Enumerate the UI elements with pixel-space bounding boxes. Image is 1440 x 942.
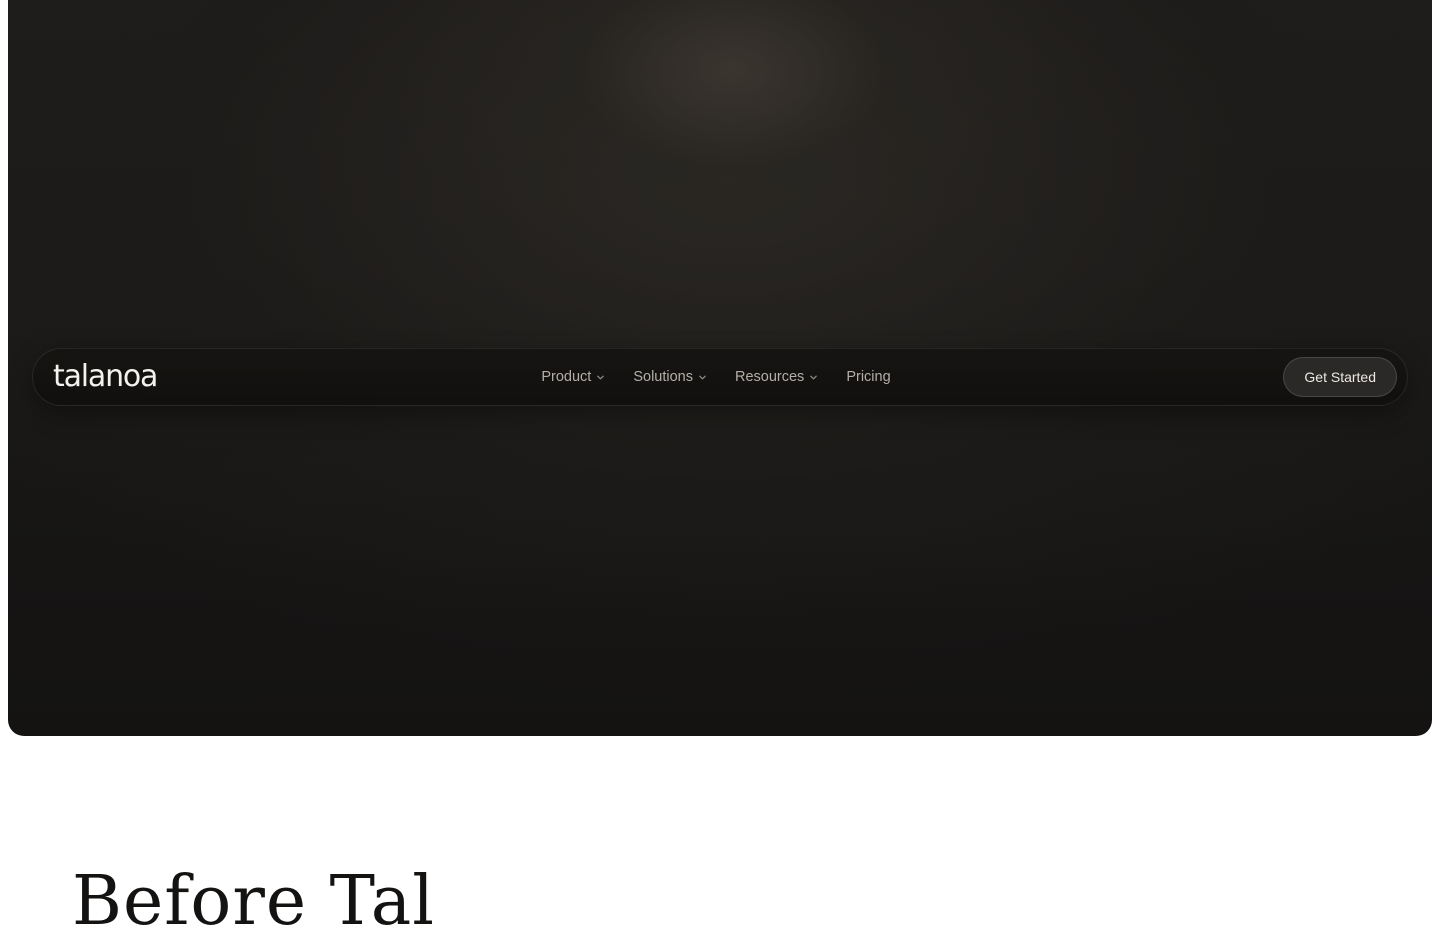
nav-item-pricing[interactable]: Pricing xyxy=(846,363,890,391)
main-navbar: talanoa Product Solutions Resources Pric… xyxy=(32,348,1408,406)
section-heading: Before Tal xyxy=(72,862,436,941)
chevron-down-icon xyxy=(810,375,818,380)
chevron-down-icon xyxy=(597,375,605,380)
nav-item-label: Pricing xyxy=(846,369,891,385)
nav-item-resources[interactable]: Resources xyxy=(735,363,818,391)
chevron-down-icon xyxy=(699,375,706,380)
nav-item-label: Product xyxy=(541,369,592,385)
hero-background-glow xyxy=(8,430,1432,610)
nav-item-product[interactable]: Product xyxy=(541,363,605,391)
nav-item-solutions[interactable]: Solutions xyxy=(633,363,707,391)
nav-links: Product Solutions Resources Pricing xyxy=(33,349,1407,405)
nav-item-label: Resources xyxy=(735,369,805,385)
get-started-button[interactable]: Get Started xyxy=(1283,357,1397,397)
nav-item-label: Solutions xyxy=(633,369,693,385)
